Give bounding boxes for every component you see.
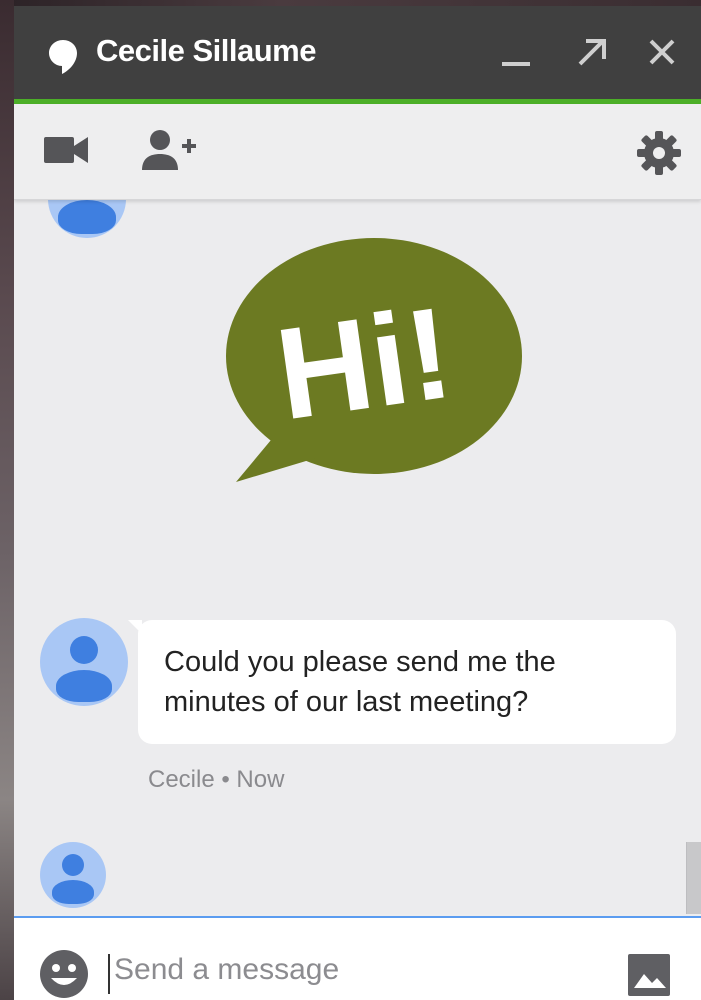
avatar[interactable]: [40, 842, 106, 908]
desktop-background-left: [0, 0, 14, 1000]
hangouts-chat-window: Cecile Sillaume Hi! Could you please sen…: [14, 6, 701, 1000]
message-composer: [14, 916, 701, 1000]
message-meta: Cecile • Now: [148, 766, 285, 793]
add-person-icon: [142, 130, 196, 170]
sticker-text: Hi!: [268, 279, 460, 448]
chat-titlebar[interactable]: Cecile Sillaume: [14, 6, 701, 104]
message-text-line: Could you please send me the: [164, 646, 556, 678]
close-button[interactable]: [644, 34, 680, 70]
emoji-icon: [40, 950, 88, 998]
video-call-icon: [44, 137, 88, 163]
minimize-icon: [502, 62, 530, 66]
add-person-button[interactable]: [140, 128, 198, 172]
avatar[interactable]: [40, 618, 128, 706]
message-text-line: minutes of our last meeting?: [164, 686, 529, 718]
minimize-button[interactable]: [498, 34, 534, 70]
settings-button[interactable]: [636, 130, 682, 176]
gear-icon: [637, 131, 681, 175]
hi-sticker: Hi!: [206, 236, 526, 491]
message-input[interactable]: [114, 944, 594, 996]
close-icon: [649, 39, 675, 65]
video-call-button[interactable]: [42, 134, 90, 166]
contact-name[interactable]: Cecile Sillaume: [96, 33, 316, 69]
emoji-button[interactable]: [38, 948, 90, 1000]
image-icon: [628, 954, 670, 996]
message-list[interactable]: Hi! Could you please send me the minutes…: [14, 200, 701, 914]
chat-toolbar: [14, 104, 701, 200]
popout-button[interactable]: [574, 34, 610, 70]
hangouts-icon: [48, 39, 78, 75]
text-caret: [108, 954, 110, 994]
popout-arrow-icon: [578, 39, 606, 66]
send-image-button[interactable]: [626, 952, 672, 998]
message-bubble[interactable]: Could you please send me the minutes of …: [128, 620, 676, 744]
scrollbar[interactable]: [686, 842, 701, 914]
avatar[interactable]: [48, 200, 126, 238]
